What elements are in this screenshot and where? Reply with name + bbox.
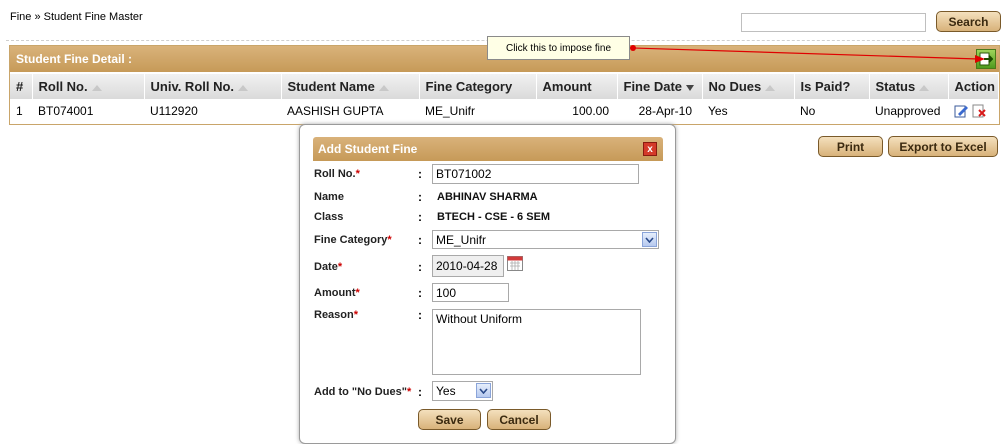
label-no-dues: Add to "No Dues"* bbox=[314, 386, 412, 398]
calendar-icon[interactable] bbox=[507, 256, 523, 271]
close-icon[interactable]: x bbox=[643, 142, 657, 156]
fine-category-value: ME_Unifr bbox=[436, 233, 487, 247]
print-button[interactable]: Print bbox=[818, 136, 883, 157]
reason-textarea[interactable]: Without Uniform bbox=[432, 309, 641, 375]
export-excel-button[interactable]: Export to Excel bbox=[888, 136, 998, 157]
dialog-title: Add Student Fine bbox=[318, 142, 418, 156]
name-value: ABHINAV SHARMA bbox=[437, 191, 538, 203]
colon: : bbox=[418, 190, 422, 204]
label-amount: Amount* bbox=[314, 287, 360, 299]
colon: : bbox=[418, 385, 422, 399]
label-name: Name bbox=[314, 191, 344, 203]
date-input[interactable] bbox=[432, 255, 504, 277]
save-button[interactable]: Save bbox=[418, 409, 481, 430]
chevron-down-icon bbox=[476, 383, 491, 398]
dialog-header: Add Student Fine x bbox=[313, 137, 663, 161]
no-dues-value: Yes bbox=[436, 384, 456, 398]
colon: : bbox=[418, 167, 422, 181]
label-fine-category: Fine Category* bbox=[314, 234, 392, 246]
chevron-down-icon bbox=[642, 232, 657, 247]
cancel-button[interactable]: Cancel bbox=[487, 409, 551, 430]
add-student-fine-dialog: Add Student Fine x Roll No.* : Name : AB… bbox=[299, 124, 676, 444]
colon: : bbox=[418, 260, 422, 274]
colon: : bbox=[418, 210, 422, 224]
label-reason: Reason* bbox=[314, 309, 359, 321]
label-date: Date* bbox=[314, 261, 343, 273]
label-class: Class bbox=[314, 211, 344, 223]
colon: : bbox=[418, 308, 422, 322]
colon: : bbox=[418, 233, 422, 247]
roll-no-input[interactable] bbox=[432, 164, 639, 184]
colon: : bbox=[418, 286, 422, 300]
fine-category-select[interactable]: ME_Unifr bbox=[432, 230, 659, 249]
no-dues-select[interactable]: Yes bbox=[432, 381, 493, 401]
class-value: BTECH - CSE - 6 SEM bbox=[437, 211, 551, 223]
label-roll-no: Roll No.* bbox=[314, 168, 360, 180]
amount-input[interactable] bbox=[432, 283, 509, 302]
